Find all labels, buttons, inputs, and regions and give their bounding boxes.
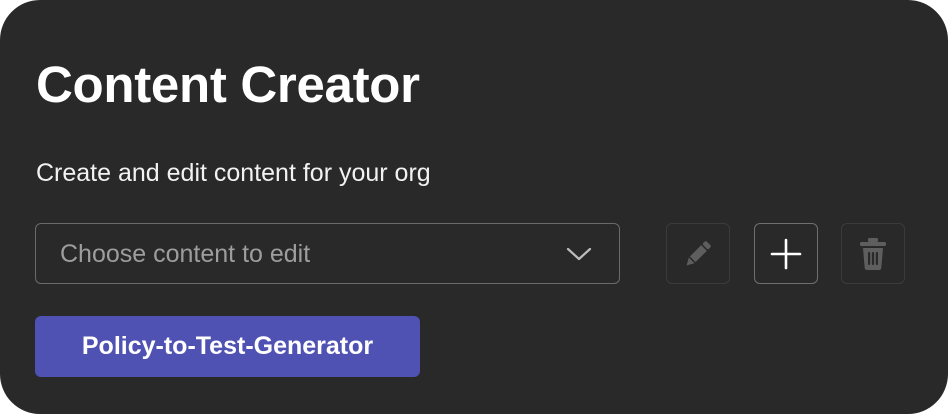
policy-to-test-generator-button[interactable]: Policy-to-Test-Generator xyxy=(35,316,420,377)
pencil-icon xyxy=(686,240,711,265)
plus-icon xyxy=(770,238,802,269)
edit-content-button[interactable] xyxy=(666,223,730,284)
chevron-down-icon xyxy=(566,247,592,261)
delete-content-button[interactable] xyxy=(841,223,905,284)
trash-icon xyxy=(860,237,886,270)
add-content-button[interactable] xyxy=(754,223,818,284)
content-creator-card: Content Creator Create and edit content … xyxy=(0,0,948,414)
content-select-dropdown[interactable]: Choose content to edit xyxy=(35,223,620,284)
page-subtitle: Create and edit content for your org xyxy=(36,159,431,187)
page-title: Content Creator xyxy=(36,56,420,113)
content-select-placeholder: Choose content to edit xyxy=(60,240,311,268)
